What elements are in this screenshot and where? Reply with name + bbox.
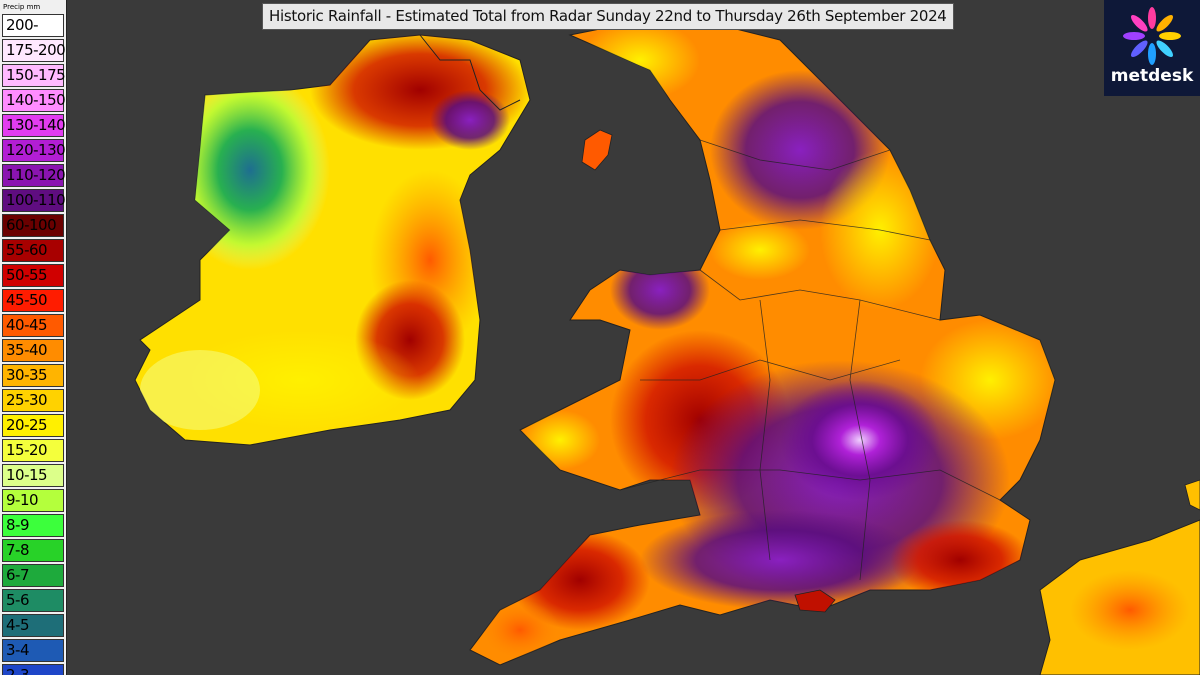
legend-item: 150-175 <box>2 64 66 87</box>
legend-item: 6-7 <box>2 564 64 587</box>
legend-item: 110-120 <box>2 164 66 187</box>
legend-item: 100-110 <box>2 189 66 212</box>
legend-item: 20-25 <box>2 414 64 437</box>
legend-item: 200- <box>2 14 64 37</box>
legend-item: 35-40 <box>2 339 64 362</box>
legend-item: 140-150 <box>2 89 66 112</box>
legend-item: 8-9 <box>2 514 64 537</box>
legend-item: 7-8 <box>2 539 64 562</box>
legend-item: 4-5 <box>2 614 64 637</box>
legend-item: 130-140 <box>2 114 66 137</box>
legend-item: 30-35 <box>2 364 64 387</box>
legend-item: 40-45 <box>2 314 64 337</box>
legend-item: 50-55 <box>2 264 64 287</box>
legend-item: 9-10 <box>2 489 64 512</box>
legend-item: 3-4 <box>2 639 64 662</box>
legend-item: 5-6 <box>2 589 64 612</box>
legend-header: Precip mm <box>3 3 41 11</box>
legend-item: 10-15 <box>2 464 64 487</box>
metdesk-logo: metdesk <box>1104 0 1200 96</box>
europe-coast-fragment <box>1184 479 1200 511</box>
legend-item: 25-30 <box>2 389 64 412</box>
legend-item: 45-50 <box>2 289 64 312</box>
legend-item: 120-130 <box>2 139 66 162</box>
legend-item: 175-200 <box>2 39 66 62</box>
legend-items: 200- 175-200 150-175 140-150 130-140 120-130 1… <box>0 14 66 675</box>
legend-item: 2-3 <box>2 664 64 675</box>
legend-item: 55-60 <box>2 239 64 262</box>
map-title: Historic Rainfall - Estimated Total from… <box>262 3 954 30</box>
precipitation-legend: Precip mm 200- 175-200 150-175 140-150 130-1… <box>0 0 67 675</box>
europe-rainfall-pattern <box>1070 570 1190 650</box>
pinwheel-icon <box>1123 7 1181 65</box>
isle-of-man <box>581 129 613 171</box>
legend-item: 15-20 <box>2 439 64 462</box>
rainfall-map <box>134 19 1200 675</box>
legend-item: 60-100 <box>2 214 64 237</box>
logo-text: metdesk <box>1110 66 1194 86</box>
